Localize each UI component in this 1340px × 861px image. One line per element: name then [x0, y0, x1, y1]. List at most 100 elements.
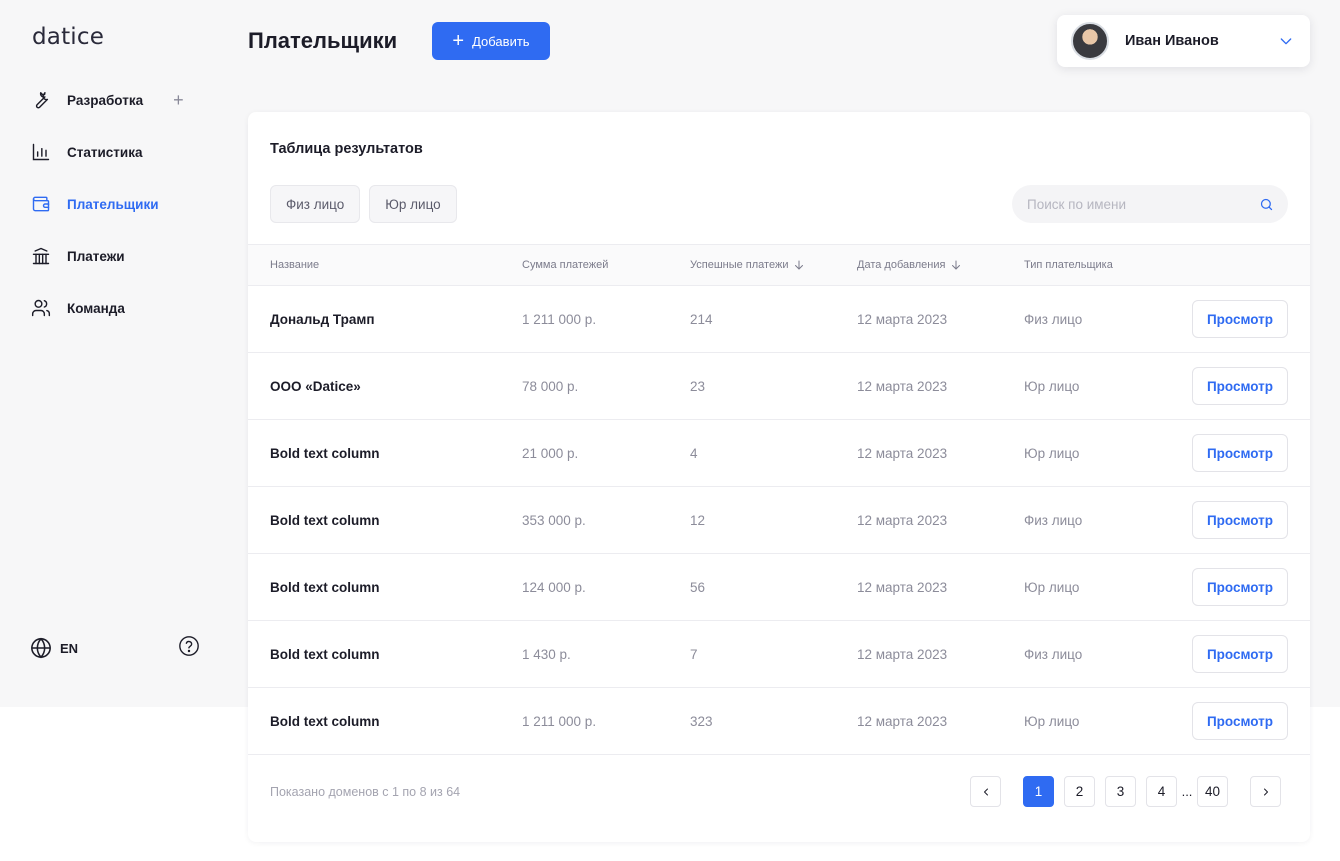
cell-sum: 1 211 000 р.	[522, 311, 597, 327]
page-title: Плательщики	[248, 28, 398, 53]
view-button[interactable]: Просмотр	[1192, 300, 1288, 338]
plus-icon: +	[452, 30, 465, 52]
cell-sum: 353 000 р.	[522, 512, 586, 528]
table-row: ООО «Datice» 78 000 р. 23 12 марта 2023 …	[248, 353, 1310, 420]
add-payer-button[interactable]: + Добавить	[432, 22, 550, 60]
view-button[interactable]: Просмотр	[1192, 367, 1288, 405]
search-input[interactable]	[1027, 196, 1259, 212]
table-row: Bold text column 124 000 р. 56 12 марта …	[248, 554, 1310, 621]
cell-date: 12 марта 2023	[857, 445, 948, 461]
cell-date: 12 марта 2023	[857, 311, 948, 327]
prev-page-button[interactable]	[970, 776, 1001, 807]
add-development-icon[interactable]: +	[173, 90, 184, 111]
pagination: 1 2 3 4 ... 40	[970, 776, 1281, 807]
cell-sum: 1 211 000 р.	[522, 713, 597, 729]
page-button-1[interactable]: 1	[1023, 776, 1054, 807]
bar-chart-icon	[30, 141, 52, 163]
card-title: Таблица результатов	[270, 141, 423, 157]
cell-success: 4	[690, 445, 698, 461]
cell-name: Bold text column	[270, 646, 380, 662]
filter-group: Физ лицо Юр лицо	[270, 185, 457, 223]
cell-name: Дональд Трамп	[270, 311, 375, 327]
pagination-summary: Показано доменов с 1 по 8 из 64	[270, 785, 461, 799]
view-button[interactable]: Просмотр	[1192, 501, 1288, 539]
cell-success: 323	[690, 713, 713, 729]
team-icon	[30, 297, 52, 319]
cell-type: Юр лицо	[1024, 579, 1080, 595]
cell-name: Bold text column	[270, 579, 380, 595]
results-card: Таблица результатов Физ лицо Юр лицо Наз…	[248, 112, 1310, 842]
logo: datice	[32, 24, 105, 50]
cell-name: Bold text column	[270, 512, 380, 528]
page-button-2[interactable]: 2	[1064, 776, 1095, 807]
table-row: Bold text column 1 430 р. 7 12 марта 202…	[248, 621, 1310, 688]
add-button-label: Добавить	[472, 33, 530, 49]
column-header-type: Тип плательщика	[1024, 259, 1113, 271]
page-button-3[interactable]: 3	[1105, 776, 1136, 807]
cell-type: Юр лицо	[1024, 445, 1080, 461]
sort-arrow-down-icon[interactable]	[950, 259, 962, 271]
cell-name: ООО «Datice»	[270, 378, 361, 394]
cell-sum: 124 000 р.	[522, 579, 586, 595]
user-name: Иван Иванов	[1125, 33, 1219, 49]
cell-type: Юр лицо	[1024, 378, 1080, 394]
user-menu[interactable]: Иван Иванов	[1057, 15, 1310, 67]
column-header-success[interactable]: Успешные платежи	[690, 245, 805, 285]
cell-success: 56	[690, 579, 706, 595]
sidebar-footer: EN	[30, 635, 200, 662]
page-button-4[interactable]: 4	[1146, 776, 1177, 807]
cell-success: 12	[690, 512, 706, 528]
table-header: Название Сумма платежей Успешные платежи…	[248, 244, 1310, 286]
page-button-last[interactable]: 40	[1197, 776, 1228, 807]
view-button[interactable]: Просмотр	[1192, 635, 1288, 673]
search-icon[interactable]	[1259, 197, 1274, 212]
cell-sum: 21 000 р.	[522, 445, 579, 461]
cell-date: 12 марта 2023	[857, 646, 948, 662]
filter-individual-button[interactable]: Физ лицо	[270, 185, 361, 223]
sidebar-item-payers[interactable]: Плательщики	[30, 191, 220, 217]
table-row: Bold text column 1 211 000 р. 323 12 мар…	[248, 688, 1310, 755]
cell-success: 214	[690, 311, 713, 327]
pagination-ellipsis: ...	[1181, 784, 1193, 799]
column-header-sum: Сумма платежей	[522, 259, 609, 271]
wrench-icon	[30, 89, 52, 111]
help-icon[interactable]	[178, 635, 200, 662]
table-row: Bold text column 353 000 р. 12 12 марта …	[248, 487, 1310, 554]
bank-icon	[30, 245, 52, 267]
cell-date: 12 марта 2023	[857, 512, 948, 528]
sidebar-item-statistics[interactable]: Статистика	[30, 139, 220, 165]
search-box	[1012, 185, 1288, 223]
cell-date: 12 марта 2023	[857, 579, 948, 595]
column-header-date[interactable]: Дата добавления	[857, 245, 962, 285]
chevron-left-icon	[983, 788, 988, 795]
cell-success: 23	[690, 378, 706, 394]
cell-type: Физ лицо	[1024, 512, 1083, 528]
table-body: Дональд Трамп 1 211 000 р. 214 12 марта …	[248, 286, 1310, 755]
cell-name: Bold text column	[270, 713, 380, 729]
filter-legal-button[interactable]: Юр лицо	[369, 185, 457, 223]
sidebar-item-label: Статистика	[67, 144, 143, 160]
sidebar-item-payments[interactable]: Платежи	[30, 243, 220, 269]
view-button[interactable]: Просмотр	[1192, 434, 1288, 472]
cell-sum: 1 430 р.	[522, 646, 571, 662]
sidebar-item-development[interactable]: Разработка +	[30, 87, 220, 113]
language-switcher[interactable]: EN	[30, 637, 78, 659]
sort-arrow-down-icon[interactable]	[793, 259, 805, 271]
cell-success: 7	[690, 646, 698, 662]
cell-type: Юр лицо	[1024, 713, 1080, 729]
cell-date: 12 марта 2023	[857, 378, 948, 394]
next-page-button[interactable]	[1250, 776, 1281, 807]
sidebar-item-team[interactable]: Команда	[30, 295, 220, 321]
column-header-name: Название	[270, 259, 320, 271]
sidebar-nav: Разработка + Статистика Плательщики Плат…	[30, 87, 220, 347]
sidebar-item-label: Команда	[67, 300, 125, 316]
avatar	[1071, 22, 1109, 60]
view-button[interactable]: Просмотр	[1192, 702, 1288, 740]
sidebar-item-label: Разработка	[67, 92, 144, 108]
view-button[interactable]: Просмотр	[1192, 568, 1288, 606]
sidebar-item-label: Платежи	[67, 248, 125, 264]
cell-date: 12 марта 2023	[857, 713, 948, 729]
language-label: EN	[60, 640, 79, 656]
table-row: Bold text column 21 000 р. 4 12 марта 20…	[248, 420, 1310, 487]
chevron-down-icon	[1280, 38, 1292, 45]
